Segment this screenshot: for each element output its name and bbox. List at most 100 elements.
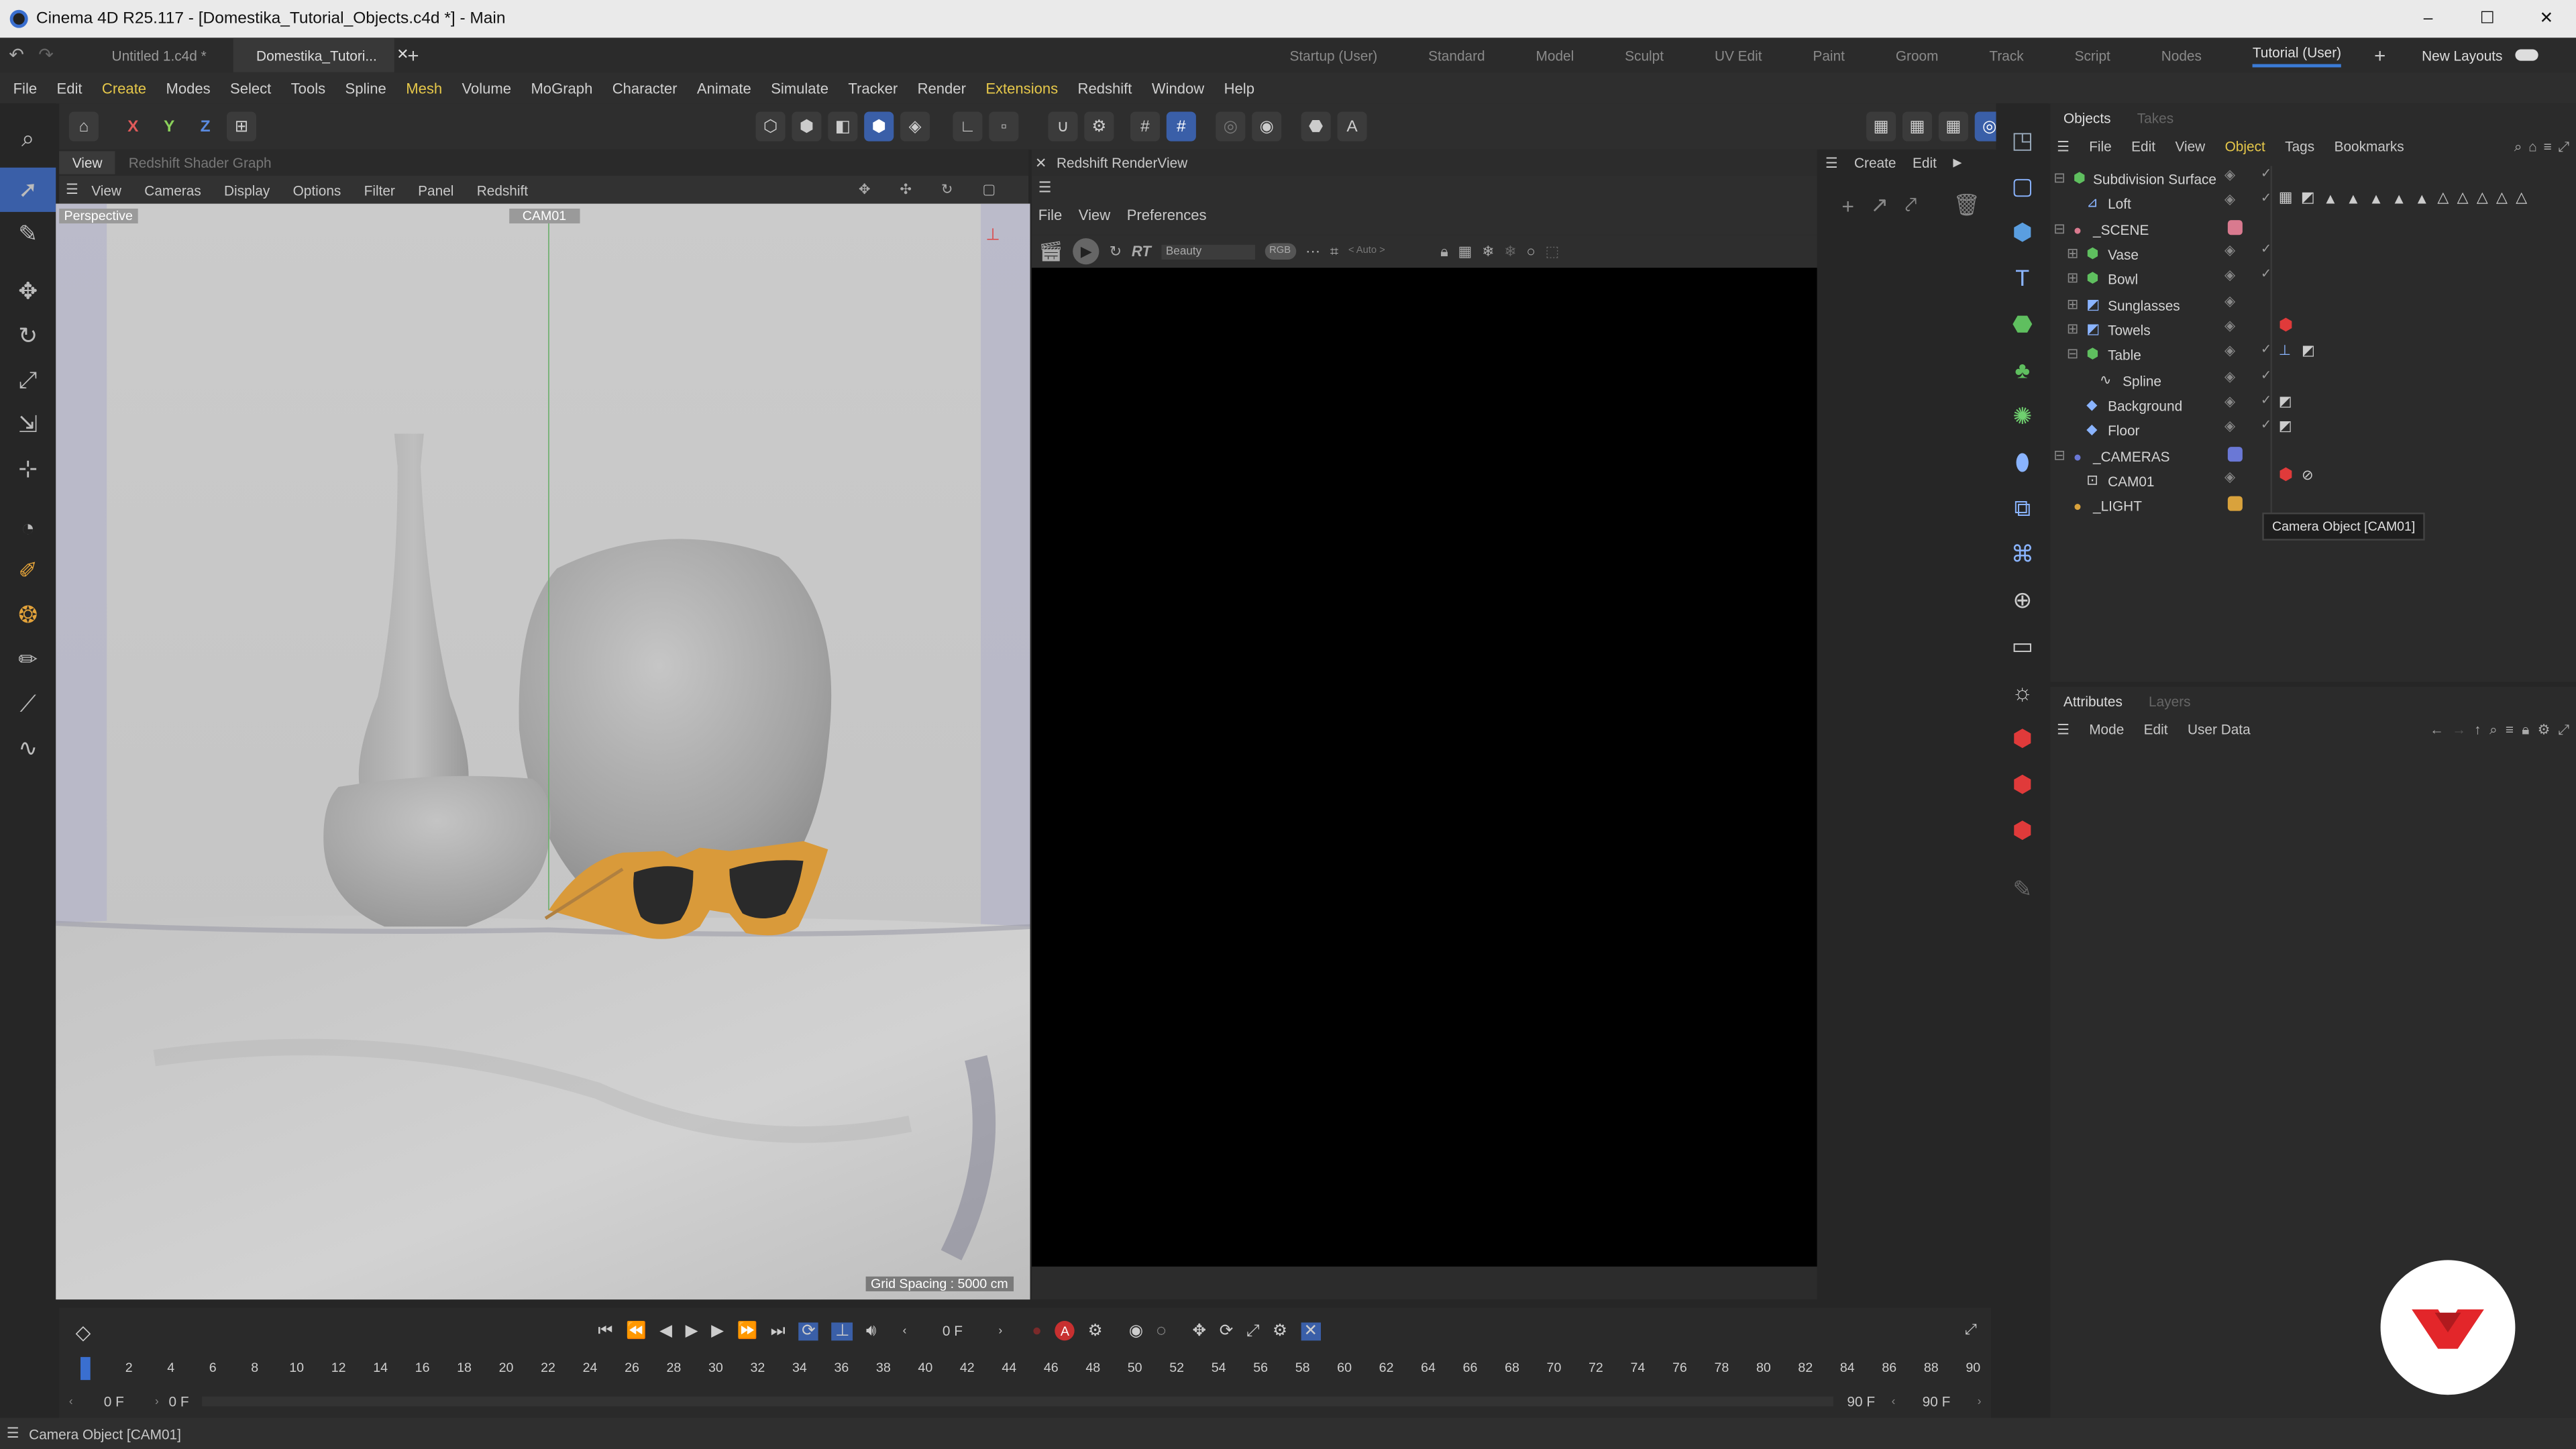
- trash-icon[interactable]: 🗑︎: [1953, 193, 1980, 219]
- create-hamburger-icon[interactable]: ☰: [1825, 154, 1838, 172]
- layer-swatch-cameras[interactable]: [2227, 447, 2243, 462]
- spline-rect-icon[interactable]: ▢: [1996, 162, 2049, 209]
- snap-settings-icon[interactable]: ⚙: [1084, 111, 1114, 142]
- menu-file[interactable]: File: [13, 80, 38, 96]
- triangle-tag-icon[interactable]: ▲: [2323, 190, 2338, 206]
- knife-tool-icon[interactable]: ⟋: [0, 682, 56, 726]
- move-view-icon[interactable]: ✣: [900, 180, 911, 199]
- pick-icon[interactable]: ⤤: [1905, 193, 1917, 219]
- axis-x-button[interactable]: X: [118, 112, 148, 142]
- obj-home-icon[interactable]: ⌂: [2528, 137, 2537, 155]
- menu-window[interactable]: Window: [1152, 80, 1204, 96]
- circle-icon[interactable]: ○: [1526, 243, 1535, 259]
- rotate-view-icon[interactable]: ↻: [941, 180, 953, 199]
- grid-snap-icon[interactable]: #: [1166, 111, 1196, 142]
- phong-tag-icon[interactable]: ◩: [2279, 417, 2292, 435]
- lock-icon[interactable]: 🔒︎: [1440, 242, 1448, 260]
- axis-z-button[interactable]: Z: [191, 112, 220, 142]
- attr-filter-icon[interactable]: ≡: [2506, 720, 2514, 739]
- vp-menu-display[interactable]: Display: [224, 182, 270, 198]
- menu-tools[interactable]: Tools: [291, 80, 325, 96]
- tab-objects[interactable]: Objects: [2063, 110, 2111, 126]
- axis-mode-icon[interactable]: ∟: [953, 111, 983, 142]
- pan-view-icon[interactable]: ✥: [859, 180, 870, 199]
- rv-menu-file[interactable]: File: [1038, 207, 1063, 223]
- uv-mode-icon[interactable]: ◈: [900, 111, 930, 142]
- add-layout-icon[interactable]: +: [2374, 44, 2385, 66]
- menu-modes[interactable]: Modes: [166, 80, 210, 96]
- redo-icon[interactable]: ↷: [33, 44, 59, 66]
- menu-mesh[interactable]: Mesh: [406, 80, 442, 96]
- render-view-icon[interactable]: ▦: [1902, 111, 1933, 142]
- snowflake-icon[interactable]: ❄: [1482, 242, 1494, 260]
- doc-tab-domestika[interactable]: Domestika_Tutori... ✕: [233, 38, 409, 72]
- refresh-render-icon[interactable]: ↻: [1110, 242, 1122, 260]
- layout-track[interactable]: Track: [1989, 47, 2023, 63]
- constraint-tag-icon[interactable]: ⊥: [2279, 341, 2291, 360]
- rv-menu-view[interactable]: View: [1079, 207, 1110, 223]
- effector-icon[interactable]: ✺: [1996, 392, 2049, 439]
- subdivision-icon[interactable]: ⬣: [1996, 301, 2049, 347]
- layer-icon[interactable]: ◈: [2224, 341, 2235, 360]
- triangle-tag-icon[interactable]: ▲: [2414, 190, 2429, 206]
- layer-icon[interactable]: ◈: [2224, 266, 2235, 284]
- redshift-camera-tag-icon[interactable]: ⬢: [2279, 467, 2293, 485]
- menu-tracker[interactable]: Tracker: [848, 80, 898, 96]
- cloner-icon[interactable]: ♣: [1996, 347, 2049, 393]
- close-render-view-icon[interactable]: ✕: [1035, 154, 1046, 172]
- redshift-camera-icon[interactable]: ⬢: [1996, 761, 2049, 807]
- attr-expand-icon[interactable]: ⤢: [2559, 720, 2570, 739]
- spline-pen-icon[interactable]: ∿: [0, 726, 56, 770]
- move-tool-icon[interactable]: ✥: [0, 270, 56, 314]
- place-tool-icon[interactable]: ⇲: [0, 402, 56, 447]
- attributes-hamburger-icon[interactable]: ☰: [2057, 720, 2070, 739]
- tab-redshift-shader-graph[interactable]: Redshift Shader Graph: [115, 151, 284, 174]
- layout-groom[interactable]: Groom: [1896, 47, 1939, 63]
- edges-mode-icon[interactable]: ⬢: [792, 111, 822, 142]
- triangle-outline-tag-icon[interactable]: △: [2516, 189, 2527, 207]
- undo-icon[interactable]: ↶: [0, 44, 33, 66]
- aov-select[interactable]: Beauty: [1161, 244, 1255, 259]
- range-end-field[interactable]: 90 F: [1895, 1393, 1977, 1409]
- layout-toggle-icon[interactable]: [2516, 49, 2539, 61]
- obj-menu-view[interactable]: View: [2175, 138, 2205, 154]
- tab-takes[interactable]: Takes: [2137, 110, 2174, 126]
- doc-tab-untitled[interactable]: Untitled 1.c4d *: [89, 38, 233, 72]
- redshift-object-icon[interactable]: ⬢: [1996, 806, 2049, 853]
- layout-paint[interactable]: Paint: [1813, 47, 1844, 63]
- auto-key-icon[interactable]: A: [1337, 111, 1367, 142]
- scene-nodes-icon[interactable]: ◳: [1996, 117, 2049, 163]
- camera-icon[interactable]: ▭: [1996, 623, 2049, 669]
- menu-create[interactable]: Create: [102, 80, 146, 96]
- vp-menu-view[interactable]: View: [91, 182, 121, 198]
- scale-tool-icon[interactable]: ⤢: [0, 358, 56, 402]
- sculpt-brush-icon[interactable]: ✏: [0, 637, 56, 682]
- triangle-tag-icon[interactable]: ▲: [2392, 190, 2406, 206]
- menu-simulate[interactable]: Simulate: [771, 80, 828, 96]
- layout-standard[interactable]: Standard: [1428, 47, 1485, 63]
- maximize-button[interactable]: ☐: [2458, 10, 2517, 28]
- render-to-picture-viewer-icon[interactable]: ▦: [1938, 111, 1968, 142]
- play-render-icon[interactable]: ▶: [1073, 238, 1099, 265]
- preview-range-bar[interactable]: [202, 1396, 1834, 1407]
- obj-menu-object[interactable]: Object: [2225, 138, 2265, 154]
- objects-hamburger-icon[interactable]: ☰: [2057, 137, 2070, 155]
- range-right-icon[interactable]: ›: [1978, 1395, 1982, 1407]
- vp-menu-options[interactable]: Options: [293, 182, 341, 198]
- obj-menu-file[interactable]: File: [2089, 138, 2112, 154]
- render-view-hamburger-icon[interactable]: ☰: [1038, 179, 1052, 197]
- 3d-viewport[interactable]: Perspective CAM01 ⊥ Grid Spacing : 5000 …: [56, 203, 1030, 1300]
- menu-spline[interactable]: Spline: [345, 80, 386, 96]
- menu-animate[interactable]: Animate: [697, 80, 751, 96]
- camera-label[interactable]: CAM01: [509, 209, 580, 224]
- tab-attributes[interactable]: Attributes: [2063, 693, 2123, 709]
- deformer-icon[interactable]: ⬮: [1996, 439, 2049, 485]
- phong-tag-icon[interactable]: ◩: [2301, 189, 2315, 207]
- create-menu-edit[interactable]: Edit: [1913, 154, 1937, 170]
- layer-swatch-light[interactable]: [2227, 496, 2243, 511]
- phong-tag-icon[interactable]: ◩: [2279, 392, 2292, 411]
- add-icon[interactable]: +: [1841, 193, 1854, 218]
- status-menu-icon[interactable]: ☰: [7, 1424, 19, 1442]
- obj-filter-icon[interactable]: ≡: [2544, 137, 2552, 155]
- range-left-handle-icon[interactable]: ›: [155, 1395, 159, 1407]
